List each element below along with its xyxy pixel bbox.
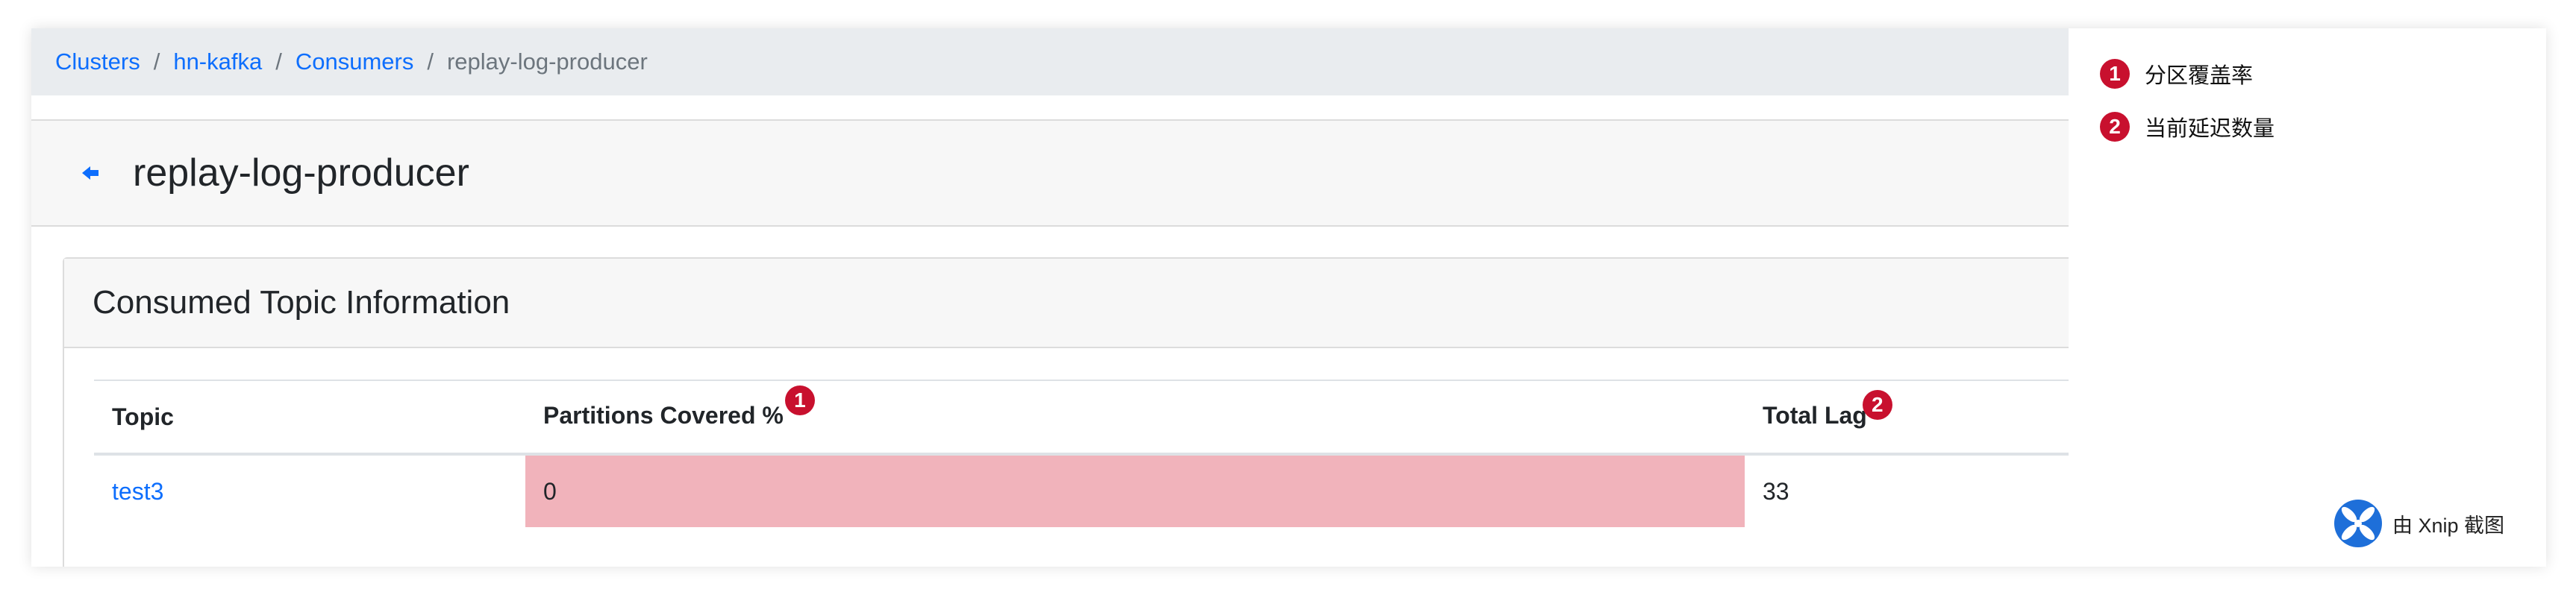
breadcrumb-separator: / bbox=[153, 48, 160, 75]
breadcrumb-separator: / bbox=[427, 48, 434, 75]
annotation-panel: 1 分区覆盖率 2 当前延迟数量 由 Xnip 截图 bbox=[2069, 28, 2546, 567]
xnip-watermark: 由 Xnip 截图 bbox=[2334, 500, 2504, 547]
annotation-marker-1: 1 bbox=[2100, 59, 2130, 89]
watermark-text: 由 Xnip 截图 bbox=[2392, 514, 2505, 537]
topic-table: Topic Partitions Covered %1 Total Lag 2 t… bbox=[94, 380, 2094, 527]
breadcrumb-link-consumers[interactable]: Consumers bbox=[296, 48, 414, 75]
cell-topic: test3 bbox=[94, 454, 525, 527]
column-header-topic: Topic bbox=[94, 380, 525, 456]
cell-total-lag: 33 bbox=[1763, 477, 1789, 505]
annotation-marker-1: 1 bbox=[784, 385, 815, 415]
breadcrumb: Clusters / hn-kafka / Consumers / replay… bbox=[31, 28, 2069, 95]
column-header-partitions: Partitions Covered %1 bbox=[525, 380, 1745, 456]
breadcrumb-separator: / bbox=[275, 48, 282, 75]
page-header: replay-log-producer bbox=[31, 119, 2069, 227]
xnip-logo-icon bbox=[2334, 500, 2382, 547]
app-window: Clusters / hn-kafka / Consumers / replay… bbox=[31, 28, 2546, 567]
breadcrumb-link-clusters[interactable]: Clusters bbox=[55, 48, 140, 75]
card-header: Consumed Topic Information bbox=[64, 259, 2076, 348]
table-row: test3 0 33 bbox=[94, 454, 2094, 527]
breadcrumb-link-cluster[interactable]: hn-kafka bbox=[173, 48, 262, 75]
annotation-text: 分区覆盖率 bbox=[2145, 64, 2254, 88]
annotation-note-2: 2 当前延迟数量 bbox=[2100, 111, 2275, 142]
column-header-lag: Total Lag 2 bbox=[1745, 380, 2094, 456]
annotation-marker-2: 2 bbox=[1862, 390, 1892, 420]
page-title: replay-log-producer bbox=[133, 151, 469, 195]
back-arrow-icon[interactable] bbox=[82, 166, 99, 180]
cell-partitions-covered: 0 bbox=[525, 454, 1745, 527]
annotation-marker-2: 2 bbox=[2100, 112, 2130, 142]
table-header-row: Topic Partitions Covered %1 Total Lag 2 bbox=[94, 380, 2094, 456]
column-header-partitions-label: Partitions Covered % bbox=[543, 402, 784, 429]
column-header-topic-label: Topic bbox=[112, 403, 174, 430]
annotation-text: 当前延迟数量 bbox=[2145, 117, 2275, 141]
card-title: Consumed Topic Information bbox=[93, 284, 510, 321]
annotation-note-1: 1 分区覆盖率 bbox=[2100, 58, 2253, 89]
column-header-lag-label: Total Lag bbox=[1763, 402, 1867, 429]
breadcrumb-current: replay-log-producer bbox=[446, 48, 648, 75]
topic-link[interactable]: test3 bbox=[112, 478, 163, 505]
consumed-topic-card: Consumed Topic Information Topic Partiti… bbox=[63, 257, 2094, 567]
